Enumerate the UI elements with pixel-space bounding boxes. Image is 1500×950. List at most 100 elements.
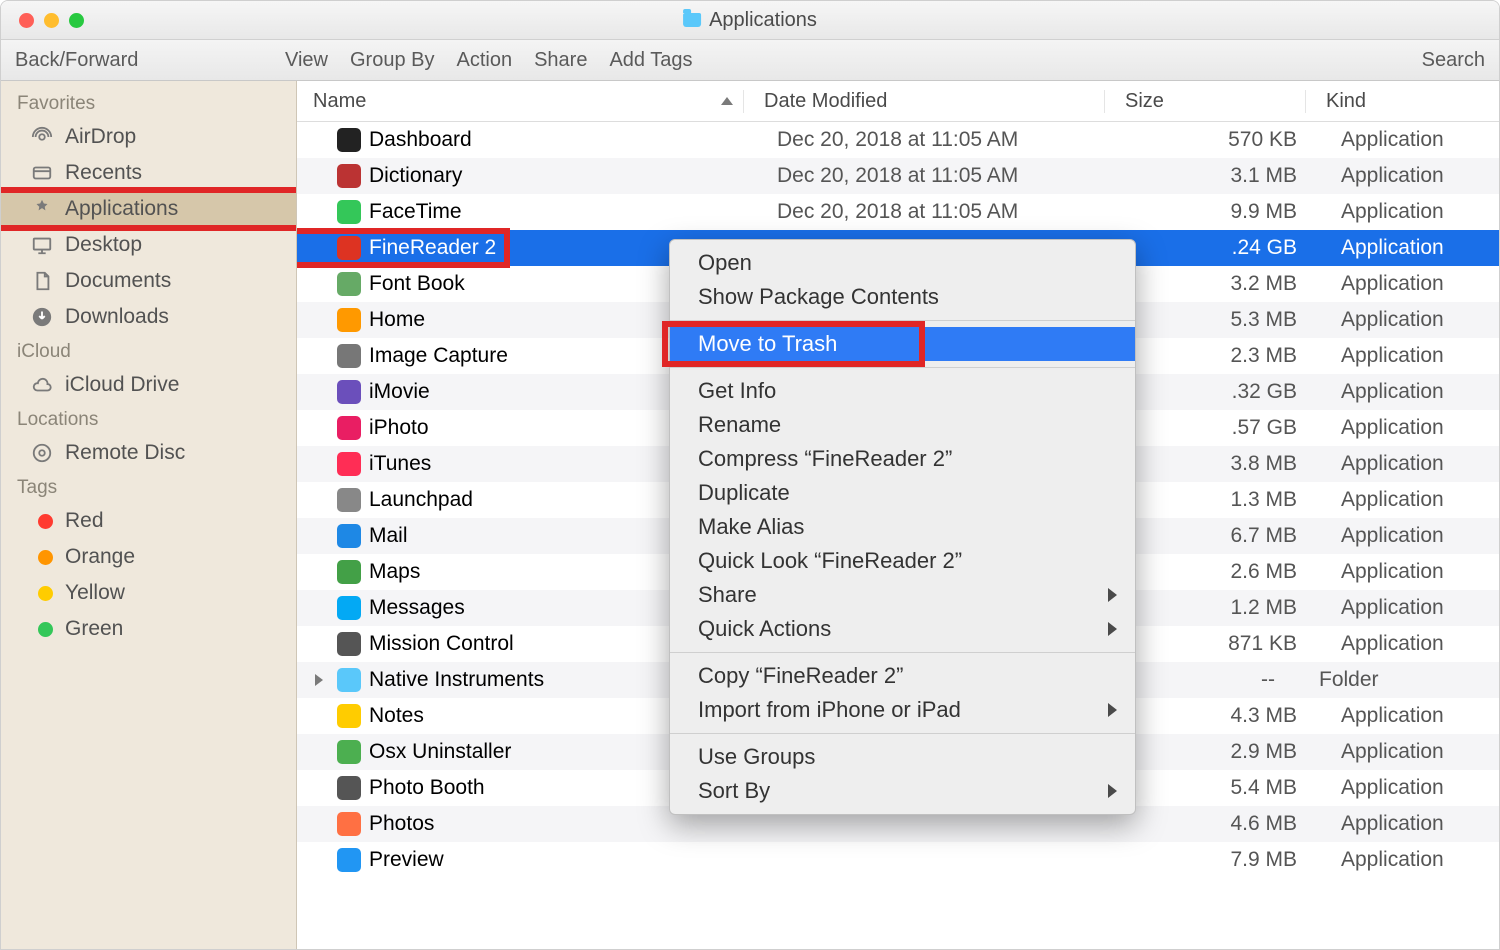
zoom-window-button[interactable]	[69, 13, 84, 28]
sidebar-item-label: Desktop	[65, 233, 142, 257]
app-icon	[337, 560, 361, 584]
file-name: Home	[369, 308, 425, 332]
app-icon	[337, 380, 361, 404]
file-size: 3.2 MB	[1117, 272, 1321, 296]
sidebar-item-green[interactable]: Green	[1, 611, 296, 647]
app-icon	[337, 848, 361, 872]
file-size: 4.3 MB	[1117, 704, 1321, 728]
file-kind: Application	[1321, 452, 1499, 476]
menu-item-move-to-trash[interactable]: Move to Trash	[670, 327, 1135, 361]
airdrop-icon	[29, 124, 55, 150]
share-button[interactable]: Share	[534, 49, 587, 72]
column-name[interactable]: Name	[297, 90, 744, 113]
file-name: Font Book	[369, 272, 465, 296]
file-row[interactable]: DashboardDec 20, 2018 at 11:05 AM570 KBA…	[297, 122, 1499, 158]
column-kind[interactable]: Kind	[1306, 90, 1499, 113]
file-kind: Application	[1321, 344, 1499, 368]
sidebar-item-downloads[interactable]: Downloads	[1, 299, 296, 335]
finder-window: Applications Back/Forward View Group By …	[0, 0, 1500, 950]
file-name: Maps	[369, 560, 420, 584]
menu-item-show-package-contents[interactable]: Show Package Contents	[670, 280, 1135, 314]
file-name: FineReader 2	[369, 236, 496, 260]
file-size: 2.6 MB	[1117, 560, 1321, 584]
sidebar-item-recents[interactable]: Recents	[1, 155, 296, 191]
file-date: Dec 20, 2018 at 11:05 AM	[757, 128, 1117, 152]
app-icon	[337, 452, 361, 476]
view-button[interactable]: View	[285, 49, 328, 72]
file-kind: Application	[1321, 776, 1499, 800]
search-button[interactable]: Search	[1422, 49, 1485, 72]
sidebar-item-label: Remote Disc	[65, 441, 185, 465]
sidebar-item-label: Green	[65, 617, 123, 641]
app-icon	[337, 632, 361, 656]
window-title-text: Applications	[709, 9, 817, 32]
minimize-window-button[interactable]	[44, 13, 59, 28]
column-date-modified[interactable]: Date Modified	[744, 90, 1105, 113]
file-kind: Application	[1321, 812, 1499, 836]
menu-item-compress-finereader-2[interactable]: Compress “FineReader 2”	[670, 442, 1135, 476]
file-row[interactable]: Preview7.9 MBApplication	[297, 842, 1499, 878]
group-by-button[interactable]: Group By	[350, 49, 434, 72]
file-size: 2.9 MB	[1117, 740, 1321, 764]
desktop-icon	[29, 232, 55, 258]
sidebar-item-yellow[interactable]: Yellow	[1, 575, 296, 611]
sidebar-item-label: iCloud Drive	[65, 373, 179, 397]
menu-item-quick-actions[interactable]: Quick Actions	[670, 612, 1135, 646]
menu-separator	[670, 733, 1135, 734]
sidebar-item-remote-disc[interactable]: Remote Disc	[1, 435, 296, 471]
menu-item-duplicate[interactable]: Duplicate	[670, 476, 1135, 510]
sidebar-item-documents[interactable]: Documents	[1, 263, 296, 299]
file-row[interactable]: DictionaryDec 20, 2018 at 11:05 AM3.1 MB…	[297, 158, 1499, 194]
file-kind: Application	[1321, 416, 1499, 440]
menu-item-use-groups[interactable]: Use Groups	[670, 740, 1135, 774]
file-size: 3.8 MB	[1117, 452, 1321, 476]
sidebar-item-orange[interactable]: Orange	[1, 539, 296, 575]
back-forward-button[interactable]: Back/Forward	[15, 49, 285, 72]
file-name: Preview	[369, 848, 444, 872]
menu-item-copy-finereader-2[interactable]: Copy “FineReader 2”	[670, 659, 1135, 693]
menu-item-make-alias[interactable]: Make Alias	[670, 510, 1135, 544]
file-kind: Application	[1321, 308, 1499, 332]
menu-item-sort-by[interactable]: Sort By	[670, 774, 1135, 808]
traffic-lights	[1, 13, 84, 28]
app-icon	[337, 704, 361, 728]
disclosure-triangle-icon[interactable]	[315, 674, 323, 686]
sidebar-item-red[interactable]: Red	[1, 503, 296, 539]
file-row[interactable]: FaceTimeDec 20, 2018 at 11:05 AM9.9 MBAp…	[297, 194, 1499, 230]
menu-item-quick-look-finereader-2[interactable]: Quick Look “FineReader 2”	[670, 544, 1135, 578]
sidebar-item-icloud-drive[interactable]: iCloud Drive	[1, 367, 296, 403]
recents-icon	[29, 160, 55, 186]
column-size[interactable]: Size	[1105, 90, 1306, 113]
file-size: 6.7 MB	[1117, 524, 1321, 548]
sidebar-section-header: Favorites	[1, 87, 296, 119]
close-window-button[interactable]	[19, 13, 34, 28]
file-kind: Application	[1321, 272, 1499, 296]
tag-icon	[29, 580, 55, 606]
action-button[interactable]: Action	[456, 49, 512, 72]
sidebar-item-label: AirDrop	[65, 125, 136, 149]
file-name: iMovie	[369, 380, 430, 404]
add-tags-button[interactable]: Add Tags	[609, 49, 692, 72]
file-kind: Folder	[1299, 668, 1499, 692]
menu-item-import-from-iphone-or-ipad[interactable]: Import from iPhone or iPad	[670, 693, 1135, 727]
sidebar-item-desktop[interactable]: Desktop	[1, 227, 296, 263]
menu-item-share[interactable]: Share	[670, 578, 1135, 612]
sidebar-section-header: Locations	[1, 403, 296, 435]
app-icon	[337, 308, 361, 332]
file-kind: Application	[1321, 524, 1499, 548]
menu-item-rename[interactable]: Rename	[670, 408, 1135, 442]
file-kind: Application	[1321, 128, 1499, 152]
file-name: Native Instruments	[369, 668, 544, 692]
applications-icon	[29, 196, 55, 222]
documents-icon	[29, 268, 55, 294]
sidebar-item-applications[interactable]: Applications	[1, 191, 296, 227]
menu-item-open[interactable]: Open	[670, 246, 1135, 280]
file-name: iPhoto	[369, 416, 429, 440]
file-size: .24 GB	[1117, 236, 1321, 260]
file-name: FaceTime	[369, 200, 462, 224]
cloud-icon	[29, 372, 55, 398]
file-kind: Application	[1321, 704, 1499, 728]
file-name: Launchpad	[369, 488, 473, 512]
sidebar-item-airdrop[interactable]: AirDrop	[1, 119, 296, 155]
menu-item-get-info[interactable]: Get Info	[670, 374, 1135, 408]
